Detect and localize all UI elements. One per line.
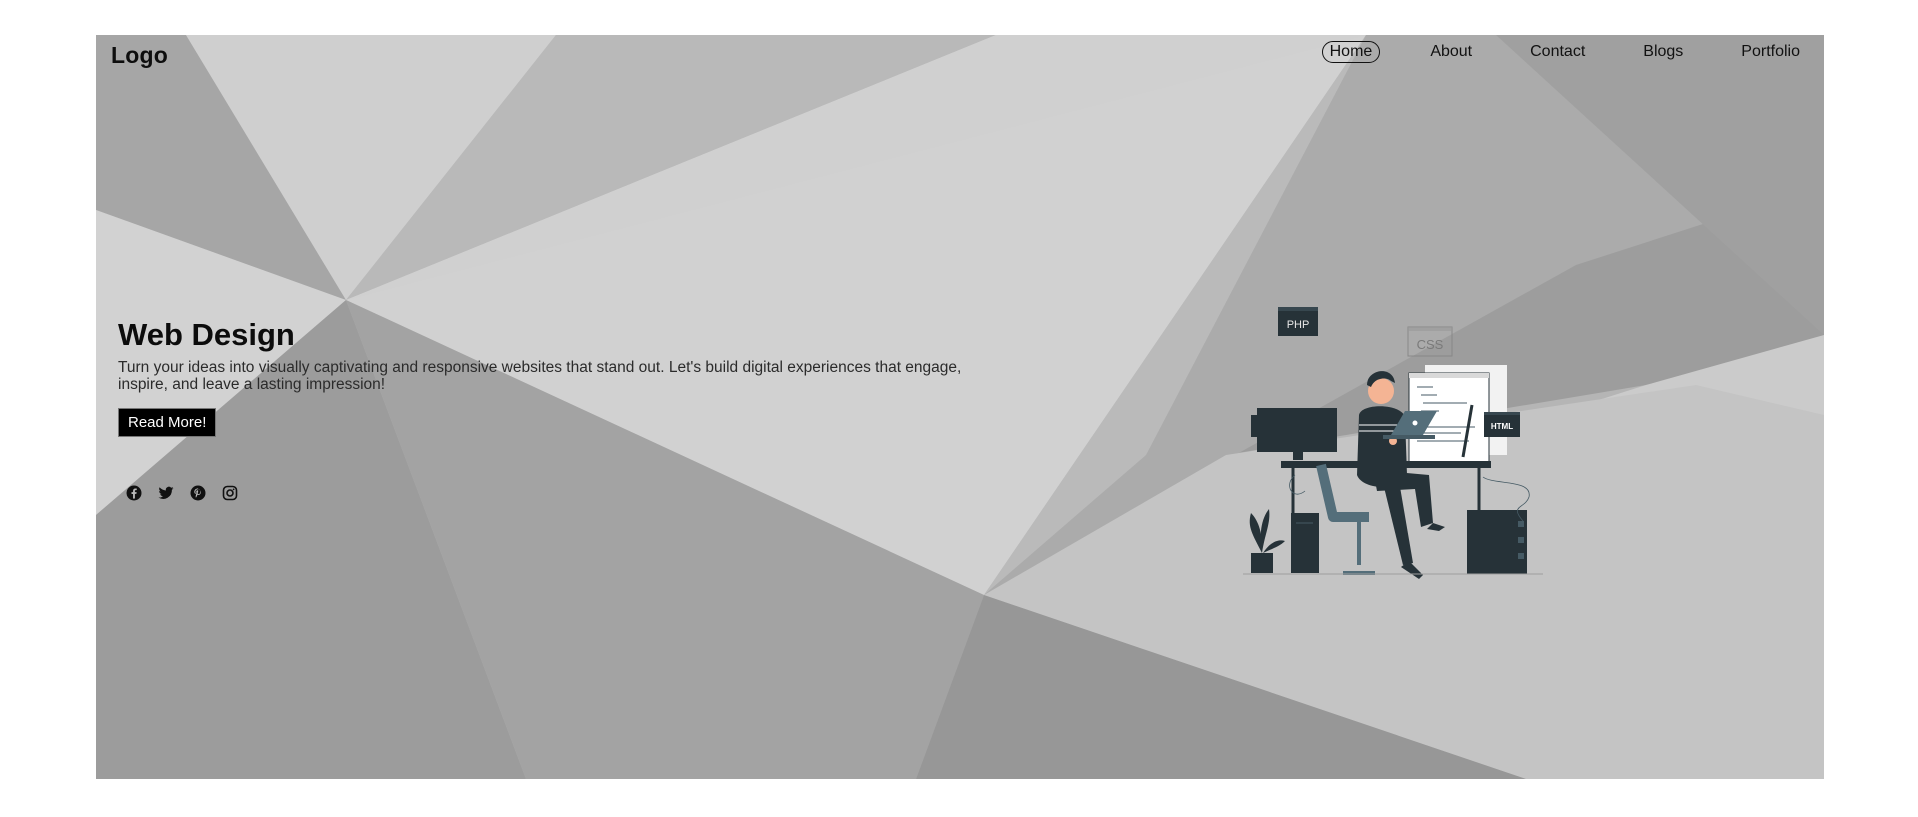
html-tag-label: HTML (1491, 422, 1513, 431)
social-links (126, 485, 238, 501)
instagram-icon[interactable] (222, 485, 238, 501)
php-tag-label: PHP (1287, 319, 1310, 331)
facebook-icon[interactable] (126, 485, 142, 501)
read-more-button[interactable]: Read More! (118, 408, 217, 437)
site-logo[interactable]: Logo (111, 42, 168, 69)
php-tag: PHP (1278, 307, 1318, 336)
nav-item-portfolio[interactable]: Portfolio (1733, 41, 1808, 63)
nav-item-contact[interactable]: Contact (1522, 41, 1593, 63)
hero-section: Logo Home About Contact Blogs Portfolio … (96, 35, 1824, 779)
main-nav: Home About Contact Blogs Portfolio (1280, 41, 1808, 63)
nav-item-blogs[interactable]: Blogs (1635, 41, 1691, 63)
nav-item-home[interactable]: Home (1321, 41, 1381, 63)
css-tag: CSS (1407, 326, 1453, 357)
nav-item-about[interactable]: About (1422, 41, 1480, 63)
hero-description: Turn your ideas into visually captivatin… (118, 359, 962, 393)
web-developer-illustration: PHP CSS HTML (1243, 307, 1543, 579)
hero-title: Web Design (118, 317, 295, 352)
hero-content: Web Design Turn your ideas into visually… (118, 317, 968, 437)
pinterest-icon[interactable] (190, 485, 206, 501)
css-tag-label: CSS (1417, 337, 1444, 352)
twitter-icon[interactable] (158, 485, 174, 501)
html-tag: HTML (1484, 412, 1520, 437)
